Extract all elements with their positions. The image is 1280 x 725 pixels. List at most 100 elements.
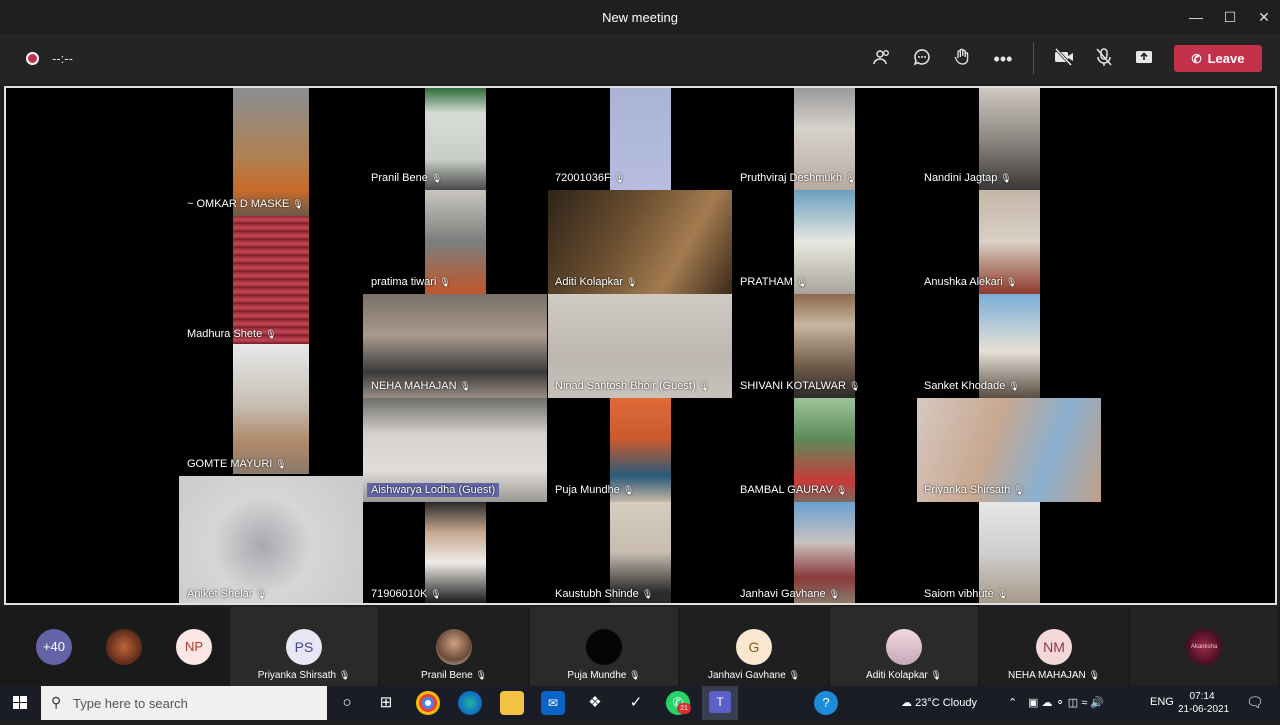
participant-name: PRATHAM 🎙 (740, 276, 808, 288)
participant-name: SHIVANI KOTALWAR 🎙 (740, 380, 861, 392)
clock[interactable]: 07:14 21-06-2021 (1178, 690, 1229, 716)
teams-icon: T (709, 691, 731, 713)
avatar (586, 629, 622, 665)
clock-time: 07:14 (1189, 691, 1215, 702)
dropbox-icon[interactable]: ❖ (583, 691, 607, 715)
meeting-timer: --:-- (52, 51, 73, 66)
participant-name: BAMBAL GAURAV 🎙 (740, 484, 848, 496)
file-explorer-icon[interactable] (500, 691, 524, 715)
title-bar: New meeting — ☐ ✕ (0, 0, 1280, 34)
video-tile[interactable] (233, 88, 309, 216)
participant-card-name: NEHA MAHAJAN (1007, 670, 1086, 681)
mic-off-icon: 🎙 (835, 485, 848, 495)
share-screen-icon[interactable] (1132, 47, 1156, 71)
minimize-button[interactable]: — (1178, 0, 1214, 34)
more-participants-button[interactable]: +40 (36, 629, 72, 665)
participant-name: Aniket Shelar 🎙 (187, 588, 267, 600)
avatar[interactable]: NP (176, 629, 212, 665)
participant-card[interactable]: Puja Mundhe 🎙 (530, 607, 678, 686)
mic-off-icon: 🎙 (1000, 173, 1012, 183)
windows-taskbar: ⚲ Type here to search ○ ⊞ ✉ ❖ ✓ ✆ 21 T ?… (0, 686, 1280, 720)
video-stage: ~ OMKAR D MASKE 🎙 Pranil Bene 🎙 72001036F 🎙… (4, 86, 1277, 605)
avatar: NM (1036, 629, 1072, 665)
app-icon[interactable]: ✓ (624, 691, 648, 715)
mic-off-icon: 🎙 (788, 670, 801, 680)
participant-card[interactable]: Aditi Kolapkar 🎙 (830, 607, 978, 686)
mic-off-icon: 🎙 (622, 485, 635, 495)
avatar[interactable] (106, 629, 142, 665)
avatar: G (736, 629, 772, 665)
self-view[interactable]: Akanksha (1130, 607, 1278, 686)
video-tile[interactable] (179, 476, 363, 603)
maximize-button[interactable]: ☐ (1212, 0, 1248, 34)
video-tile[interactable] (233, 216, 309, 344)
participant-name: Nandini Jagtap 🎙 (924, 172, 1012, 184)
participant-name: Ninad Santosh Bhoir (Guest) 🎙 (555, 380, 711, 392)
whatsapp-badge: 21 (677, 703, 691, 714)
mic-off-icon: 🎙 (795, 277, 808, 287)
more-options-icon[interactable]: ••• (991, 47, 1015, 71)
mic-off-icon: 🎙 (698, 381, 711, 391)
camera-off-icon[interactable] (1052, 47, 1076, 71)
participant-name: pratima tiwari 🎙 (371, 276, 451, 288)
cortana-icon[interactable]: ○ (335, 691, 359, 715)
close-window-button[interactable]: ✕ (1246, 0, 1280, 34)
participant-name: Puja Mundhe 🎙 (555, 484, 635, 496)
participant-name: Saiom vibhute 🎙 (924, 588, 1009, 600)
toolbar-divider (1033, 42, 1034, 74)
participant-name: Madhura Shete 🎙 (187, 328, 277, 340)
mic-off-icon: 🎙 (275, 459, 287, 469)
search-icon: ⚲ (51, 694, 62, 710)
participant-card[interactable]: G Janhavi Gavhane 🎙 (680, 607, 828, 686)
participant-name: Priyanka Shirsath 🎙 (924, 484, 1025, 496)
mic-off-icon: 🎙 (1005, 277, 1018, 287)
participant-card-name: Aditi Kolapkar (866, 670, 928, 681)
mail-icon[interactable]: ✉ (541, 691, 565, 715)
participant-card[interactable]: PS Priyanka Shirsath 🎙 (230, 607, 378, 686)
start-button[interactable] (0, 686, 40, 720)
mic-off-icon: 🎙 (430, 173, 443, 183)
avatar: Akanksha (1186, 629, 1222, 665)
mic-off-icon: 🎙 (613, 173, 626, 183)
task-view-icon[interactable]: ⊞ (374, 691, 398, 715)
participant-name: Anushka Alekari 🎙 (924, 276, 1018, 288)
mic-off-icon: 🎙 (625, 277, 638, 287)
language-indicator[interactable]: ENG (1150, 696, 1174, 708)
mic-off-icon: 🎙 (641, 589, 654, 599)
mic-off-icon: 🎙 (996, 589, 1009, 599)
participant-card-name: Priyanka Shirsath (257, 670, 337, 681)
cloud-icon: ☁ (901, 697, 912, 709)
participant-card[interactable]: NM NEHA MAHAJAN 🎙 (980, 607, 1128, 686)
mic-off-icon: 🎙 (439, 277, 451, 287)
weather-widget[interactable]: ☁ 23°C Cloudy (901, 696, 977, 709)
participant-name: GOMTE MAYURI 🎙 (187, 458, 287, 470)
edge-icon[interactable] (458, 691, 482, 715)
participant-name: Kaustubh Shinde 🎙 (555, 588, 654, 600)
participant-name: ~ OMKAR D MASKE 🎙 (187, 198, 304, 210)
participant-name: Pruthviraj Deshmukh 🎙 (740, 172, 857, 184)
recording-icon (26, 52, 39, 65)
video-tile[interactable] (233, 344, 309, 474)
mic-off-icon: 🎙 (255, 589, 267, 599)
mic-off-icon[interactable] (1092, 47, 1116, 71)
mic-off-icon: 🎙 (430, 589, 442, 599)
participant-card-name: Pranil Bene (421, 670, 473, 681)
teams-taskbar-item[interactable]: T (702, 686, 738, 720)
search-placeholder: Type here to search (73, 696, 188, 711)
mic-off-icon: 🎙 (1008, 381, 1020, 391)
chrome-icon[interactable] (416, 691, 440, 715)
taskbar-search[interactable]: ⚲ Type here to search (41, 686, 327, 720)
mic-off-icon: 🎙 (629, 670, 641, 680)
participant-card[interactable]: Pranil Bene 🎙 (380, 607, 528, 686)
notifications-icon[interactable]: 🗨 (1246, 694, 1264, 711)
help-icon[interactable]: ? (814, 691, 838, 715)
leave-button[interactable]: ✆ Leave (1174, 45, 1262, 72)
chat-icon[interactable] (910, 47, 934, 71)
mic-off-icon: 🎙 (848, 381, 861, 391)
raise-hand-icon[interactable] (950, 47, 974, 71)
show-hidden-icons[interactable]: ⌃ (1008, 696, 1017, 709)
avatar (886, 629, 922, 665)
window-title: New meeting (602, 10, 678, 25)
participants-icon[interactable] (870, 47, 894, 71)
tray-icons[interactable]: ▣ ☁ ⚬ ◫ ≈ 🔊 (1028, 696, 1104, 709)
